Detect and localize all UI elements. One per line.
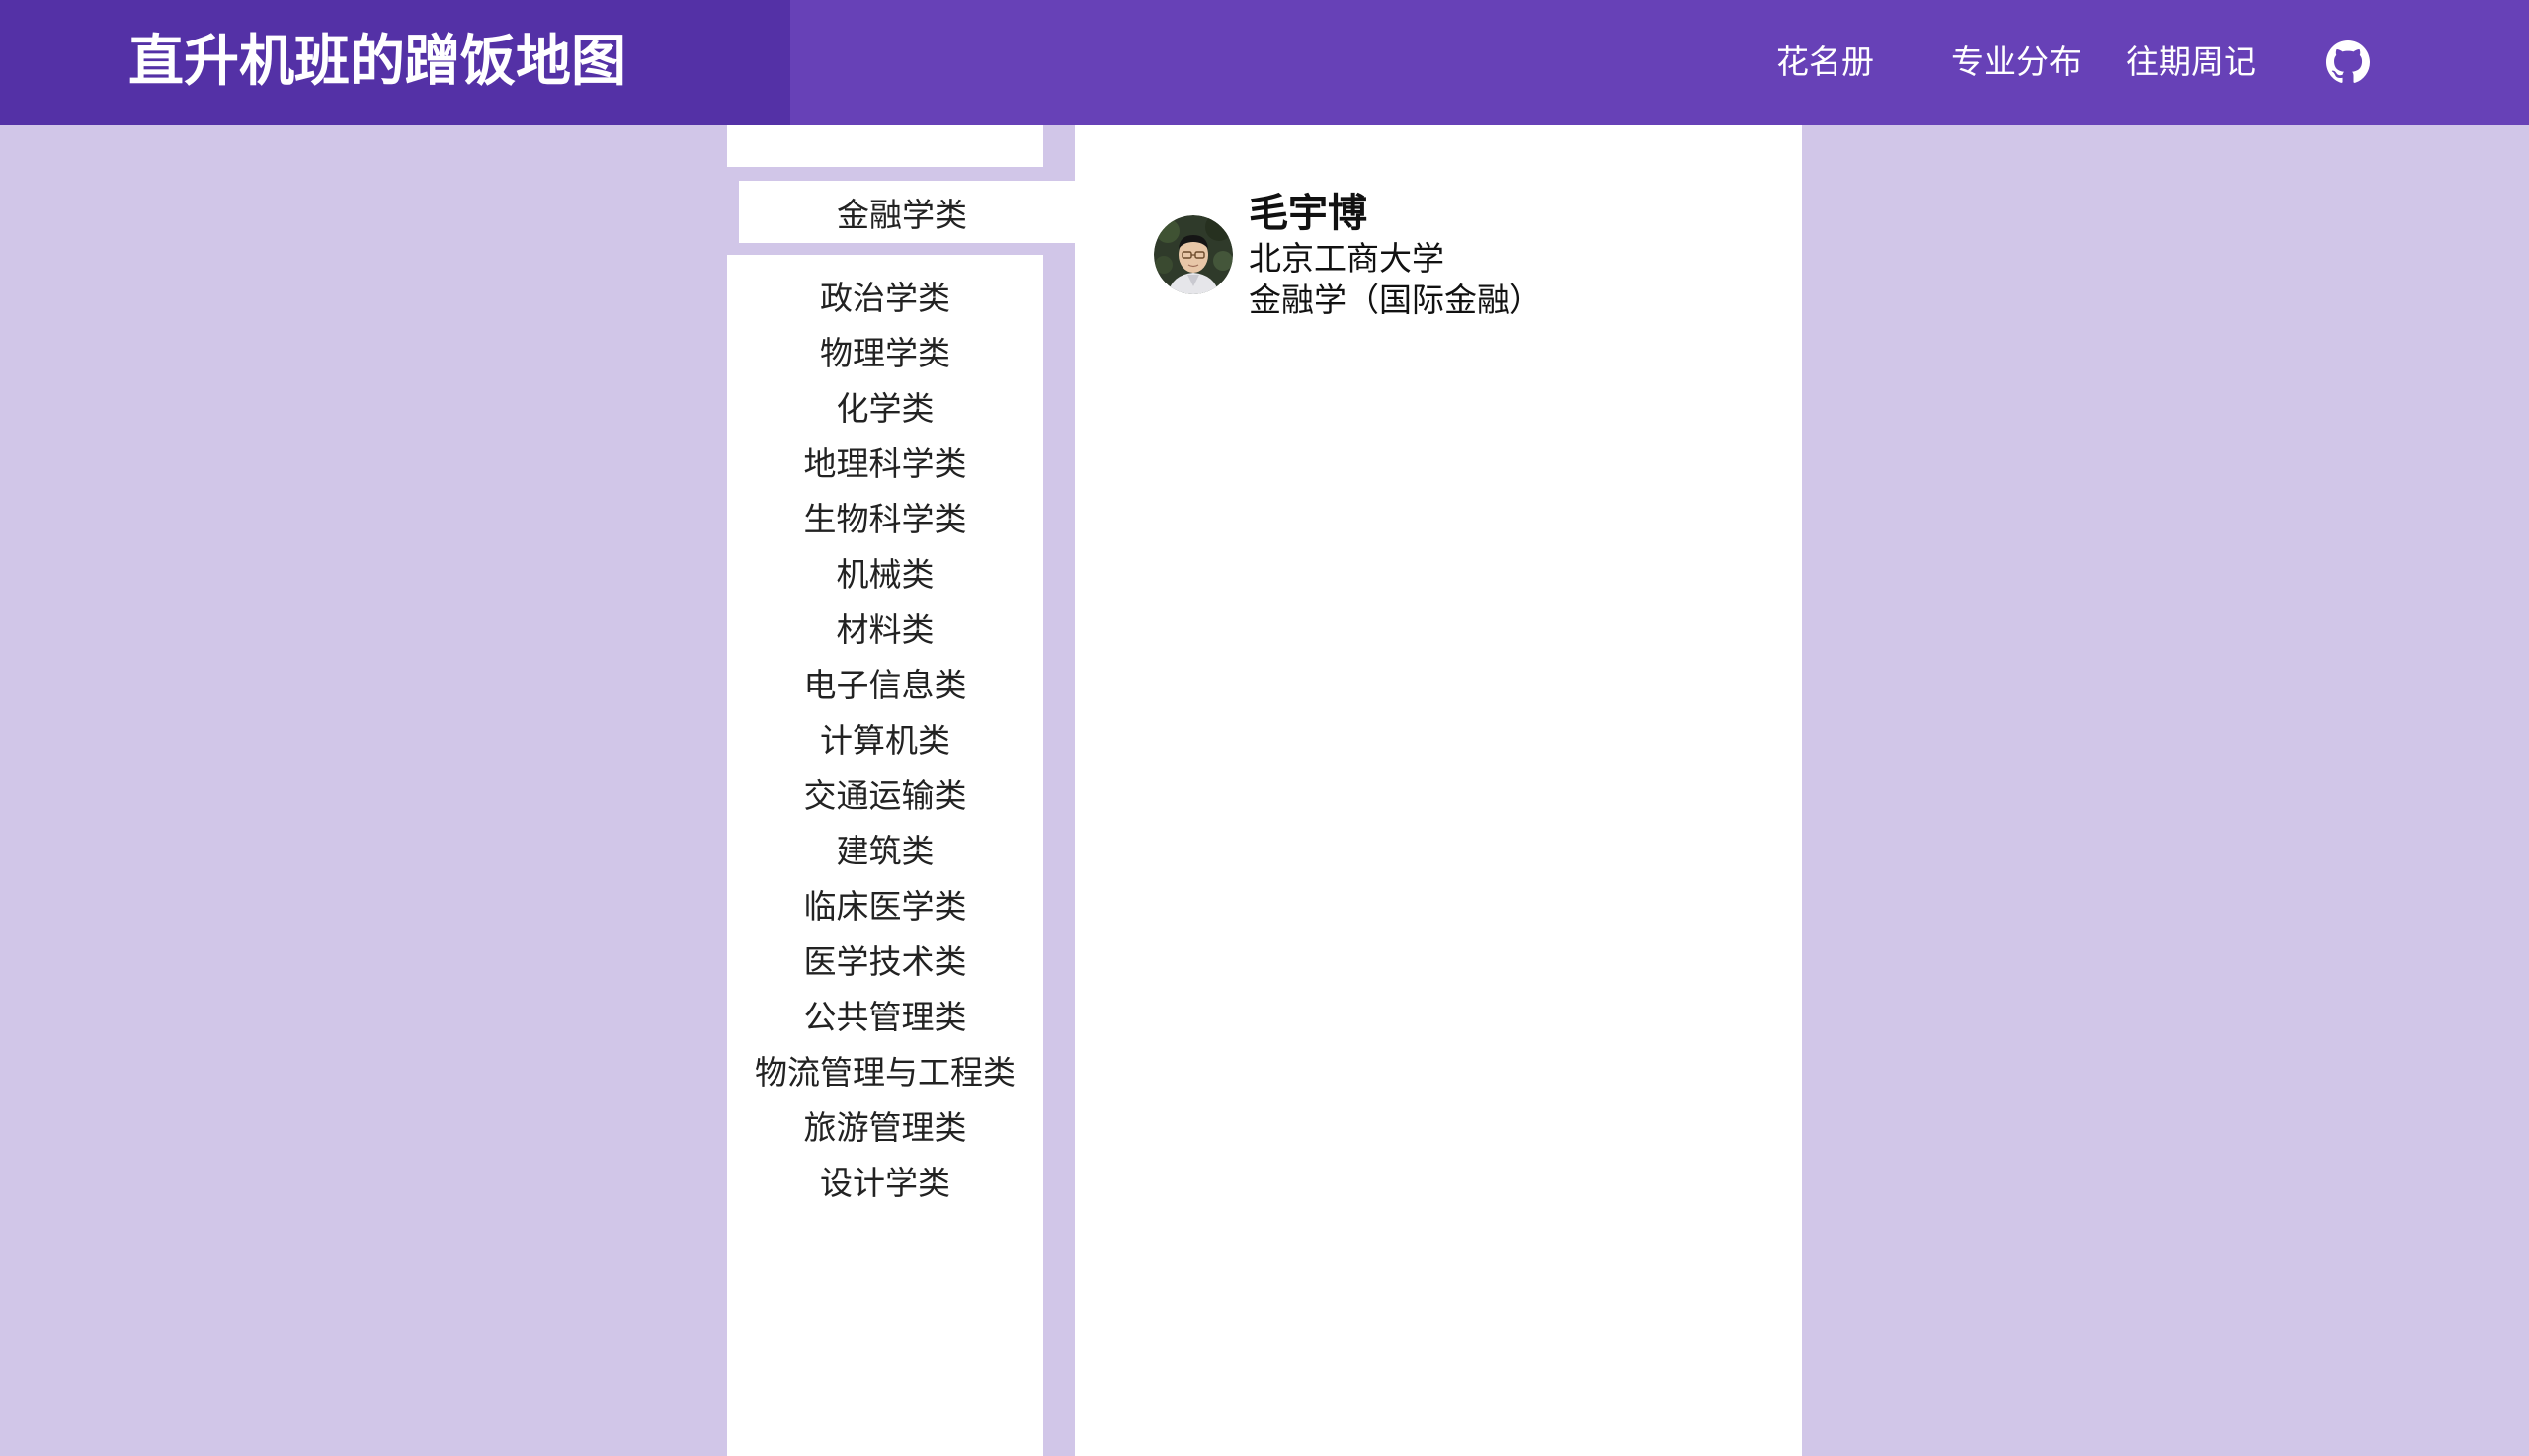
sidebar-item-biology[interactable]: 生物科学类 — [727, 492, 1043, 547]
avatar — [1154, 215, 1233, 294]
site-title[interactable]: 直升机班的蹭饭地图 — [128, 24, 626, 101]
sidebar-major-list: 政治学类 物理学类 化学类 地理科学类 生物科学类 机械类 材料类 电子信息类 … — [727, 255, 1043, 1456]
sidebar-item-electronics[interactable]: 电子信息类 — [727, 658, 1043, 713]
sidebar-top-spacer — [727, 125, 1043, 167]
person-name: 毛宇博 — [1249, 191, 1367, 236]
sidebar-item-active[interactable]: 金融学类 — [739, 181, 1075, 243]
person-card[interactable]: 毛宇博 北京工商大学 金融学（国际金融） — [1154, 189, 1747, 337]
github-icon[interactable] — [2326, 40, 2370, 84]
sidebar-item-geography[interactable]: 地理科学类 — [727, 437, 1043, 492]
sidebar-item-transportation[interactable]: 交通运输类 — [727, 768, 1043, 824]
nav-past-journals-link[interactable]: 往期周记 — [2126, 38, 2256, 87]
nav-roster-link[interactable]: 花名册 — [1776, 38, 1874, 87]
sidebar-item-active-label: 金融学类 — [837, 195, 967, 234]
sidebar-item-physics[interactable]: 物理学类 — [727, 326, 1043, 381]
sidebar-item-medical-technology[interactable]: 医学技术类 — [727, 934, 1043, 990]
sidebar-item-mechanical[interactable]: 机械类 — [727, 547, 1043, 603]
sidebar-item-computer[interactable]: 计算机类 — [727, 713, 1043, 768]
person-major: 金融学（国际金融） — [1249, 281, 1542, 319]
sidebar-item-tourism[interactable]: 旅游管理类 — [727, 1100, 1043, 1156]
top-header: 直升机班的蹭饭地图 花名册 专业分布 往期周记 — [0, 0, 2529, 125]
brand-area: 直升机班的蹭饭地图 — [0, 0, 790, 125]
sidebar-item-chemistry[interactable]: 化学类 — [727, 381, 1043, 437]
sidebar-item-logistics[interactable]: 物流管理与工程类 — [727, 1045, 1043, 1100]
sidebar-item-architecture[interactable]: 建筑类 — [727, 824, 1043, 879]
person-school: 北京工商大学 — [1249, 239, 1444, 278]
sidebar-item-design[interactable]: 设计学类 — [727, 1156, 1043, 1211]
sidebar-item-public-administration[interactable]: 公共管理类 — [727, 990, 1043, 1045]
sidebar-item-materials[interactable]: 材料类 — [727, 603, 1043, 658]
sidebar-item-clinical-medicine[interactable]: 临床医学类 — [727, 879, 1043, 934]
nav-major-distribution-link[interactable]: 专业分布 — [1951, 38, 2081, 87]
sidebar-item-politics[interactable]: 政治学类 — [727, 271, 1043, 326]
main-content: 毛宇博 北京工商大学 金融学（国际金融） — [1075, 125, 1802, 1456]
